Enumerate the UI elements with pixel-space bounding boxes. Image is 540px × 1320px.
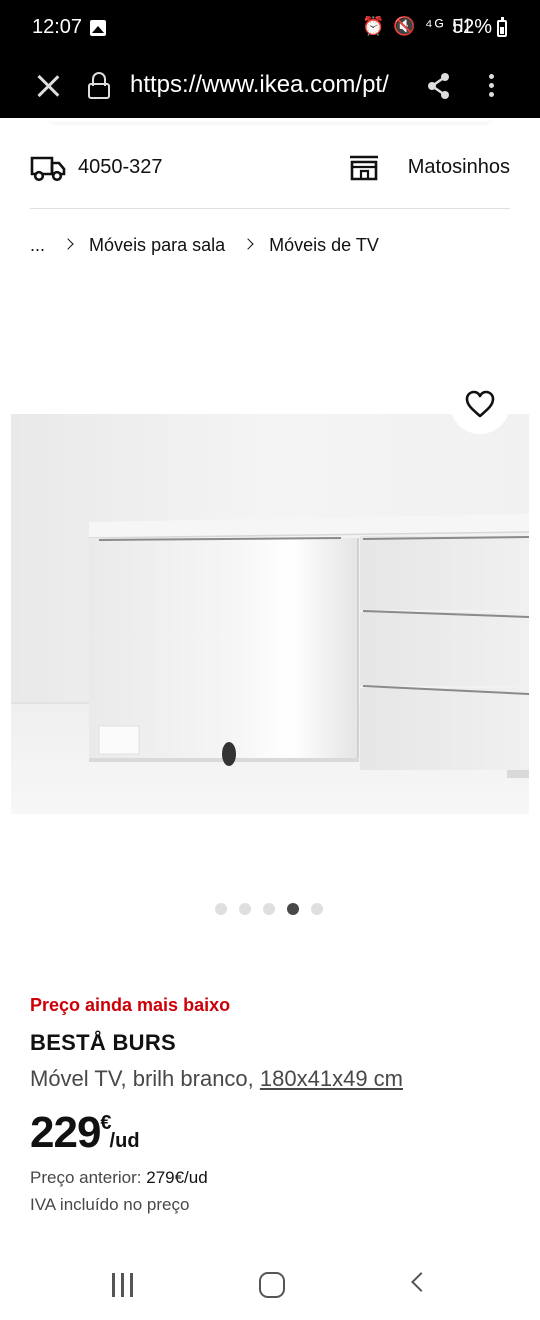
- carousel-dot[interactable]: [311, 903, 323, 915]
- carousel-dot[interactable]: [239, 903, 251, 915]
- price-integer: 229: [30, 1108, 101, 1157]
- product-dimensions-link[interactable]: 180x41x49 cm: [260, 1066, 403, 1091]
- previous-price-value: 279€/ud: [146, 1168, 208, 1187]
- price-currency: €: [100, 1112, 112, 1134]
- previous-price: Preço anterior: 279€/ud: [30, 1168, 208, 1188]
- status-time: 12:07: [32, 16, 83, 38]
- store-name[interactable]: Matosinhos: [408, 156, 510, 179]
- more-options-icon[interactable]: [488, 72, 496, 100]
- truck-icon[interactable]: [30, 154, 66, 182]
- price-unit: /ud: [109, 1130, 140, 1152]
- vat-note: IVA incluído no preço: [30, 1195, 190, 1214]
- breadcrumb-item-moveis-de-tv[interactable]: Móveis de TV: [269, 235, 379, 256]
- product-image[interactable]: [11, 414, 529, 814]
- store-icon[interactable]: [348, 154, 380, 182]
- product-name: BESTÅ BURS: [30, 1030, 177, 1055]
- back-icon[interactable]: [411, 1272, 431, 1292]
- promo-label: Preço ainda mais baixo: [30, 995, 231, 1015]
- carousel-dot[interactable]: [215, 903, 227, 915]
- product-description-text: Móvel TV, brilh branco,: [30, 1066, 260, 1091]
- carousel-dot-active[interactable]: [287, 903, 299, 915]
- close-icon[interactable]: [34, 72, 62, 100]
- lock-icon[interactable]: [88, 72, 110, 100]
- gallery-notification-icon: [90, 20, 106, 36]
- breadcrumb-ellipsis[interactable]: ...: [30, 235, 45, 256]
- delivery-postcode[interactable]: 4050-327: [78, 156, 163, 179]
- carousel-dot[interactable]: [263, 903, 275, 915]
- share-icon[interactable]: [426, 72, 452, 100]
- system-navigation-bar: [0, 1250, 540, 1320]
- breadcrumb-item-moveis-para-sala[interactable]: Móveis para sala: [89, 235, 225, 256]
- home-icon[interactable]: [259, 1272, 285, 1298]
- breadcrumb: ... Móveis para sala Móveis de TV: [30, 234, 379, 258]
- divider: [30, 208, 510, 209]
- url-field[interactable]: https://www.ikea.com/pt/: [130, 71, 402, 99]
- heart-icon: [465, 390, 495, 418]
- chevron-right-icon: [62, 238, 74, 250]
- battery-icon: [497, 17, 507, 37]
- product-description: Móvel TV, brilh branco, 180x41x49 cm: [30, 1066, 403, 1092]
- image-carousel-dots: [215, 902, 335, 915]
- price: 229€/ud: [30, 1108, 140, 1158]
- recent-apps-icon[interactable]: [112, 1273, 134, 1297]
- rating-cutoff: [30, 1243, 160, 1249]
- status-bar: 12:07 ⏰ 🔇 ⁴ᴳ ıll 52%: [0, 0, 540, 56]
- browser-toolbar: https://www.ikea.com/pt/: [0, 56, 540, 118]
- delivery-store-row: 4050-327 Matosinhos: [30, 148, 510, 188]
- header-shadow: [50, 118, 490, 122]
- battery-percentage: 52%: [452, 16, 493, 38]
- favorite-button[interactable]: [450, 374, 510, 434]
- chevron-right-icon: [242, 238, 254, 250]
- previous-price-label: Preço anterior:: [30, 1168, 147, 1187]
